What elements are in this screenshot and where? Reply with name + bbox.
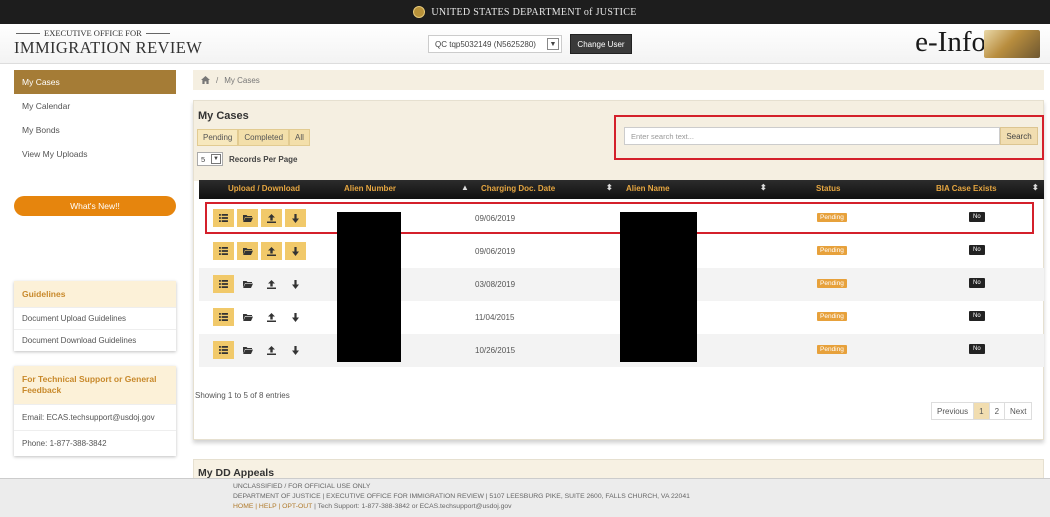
- records-per-page-select[interactable]: 5 ▼: [197, 152, 223, 166]
- support-email[interactable]: Email: ECAS.techsupport@usdoj.gov: [14, 404, 176, 430]
- list-icon[interactable]: [213, 341, 234, 359]
- sort-asc-icon[interactable]: ▲: [461, 183, 469, 192]
- download-icon[interactable]: [285, 308, 306, 326]
- sidebar: My Cases My Calendar My Bonds View My Up…: [14, 70, 176, 166]
- guidelines-title: Guidelines: [14, 281, 176, 307]
- folder-open-icon[interactable]: [237, 308, 258, 326]
- chevron-down-icon: ▼: [547, 38, 559, 50]
- download-icon[interactable]: [285, 275, 306, 293]
- gov-banner: UNITED STATES DEPARTMENT of JUSTICE: [0, 0, 1050, 24]
- home-icon[interactable]: [201, 76, 210, 84]
- pagination-page-1[interactable]: 1: [974, 403, 990, 419]
- column-status[interactable]: Status: [816, 184, 840, 193]
- bia-badge: No: [969, 311, 985, 321]
- sidebar-item-view-my-uploads[interactable]: View My Uploads: [14, 142, 176, 166]
- footer-address: DEPARTMENT OF JUSTICE | EXECUTIVE OFFICE…: [233, 493, 690, 500]
- table-info: Showing 1 to 5 of 8 entries: [195, 391, 290, 400]
- records-per-page: 5 ▼ Records Per Page: [197, 152, 297, 166]
- sort-icon[interactable]: ⬍: [760, 183, 767, 192]
- filter-all-button[interactable]: All: [289, 129, 310, 146]
- filter-pending-button[interactable]: Pending: [197, 129, 239, 146]
- folder-open-icon[interactable]: [237, 242, 258, 260]
- column-alien-name[interactable]: Alien Name: [626, 184, 670, 193]
- upload-icon[interactable]: [261, 275, 282, 293]
- column-charging-doc-date[interactable]: Charging Doc. Date: [481, 184, 555, 193]
- status-badge: Pending: [817, 312, 847, 321]
- support-panel: For Technical Support or General Feedbac…: [14, 366, 176, 456]
- sidebar-item-my-calendar[interactable]: My Calendar: [14, 94, 176, 118]
- pagination-page-2[interactable]: 2: [990, 403, 1006, 419]
- pagination: Previous 1 2 Next: [931, 402, 1033, 420]
- pagination-previous[interactable]: Previous: [932, 403, 975, 419]
- list-icon[interactable]: [213, 242, 234, 260]
- agency-line1: EXECUTIVE OFFICE FOR: [44, 28, 142, 38]
- user-select-value: QC tqp5032149 (N5625280): [435, 39, 536, 49]
- records-per-page-label: Records Per Page: [229, 154, 298, 164]
- support-title: For Technical Support or General Feedbac…: [14, 366, 176, 404]
- page-title: My Cases: [198, 110, 249, 122]
- charging-doc-date: 10/26/2015: [475, 346, 516, 355]
- bia-badge: No: [969, 344, 985, 354]
- chevron-down-icon: ▼: [211, 154, 221, 164]
- row-actions: [213, 242, 306, 260]
- row-actions: [213, 341, 306, 359]
- footer-links[interactable]: HOME | HELP | OPT-OUT: [233, 503, 312, 510]
- support-phone: Phone: 1-877-388-3842: [14, 430, 176, 456]
- list-icon[interactable]: [213, 275, 234, 293]
- upload-icon[interactable]: [261, 341, 282, 359]
- alien-name-redaction: [620, 212, 697, 362]
- agency-logo[interactable]: EXECUTIVE OFFICE FOR IMMIGRATION REVIEW: [14, 28, 202, 58]
- status-badge: Pending: [817, 246, 847, 255]
- pagination-next[interactable]: Next: [1005, 403, 1031, 419]
- status-badge: Pending: [817, 345, 847, 354]
- download-icon[interactable]: [285, 341, 306, 359]
- gov-banner-text: UNITED STATES DEPARTMENT of JUSTICE: [431, 6, 637, 18]
- column-upload-download[interactable]: Upload / Download: [199, 184, 329, 193]
- breadcrumb-current: My Cases: [224, 75, 260, 85]
- breadcrumb: / My Cases: [193, 70, 1044, 90]
- column-alien-number[interactable]: Alien Number: [344, 184, 396, 193]
- footer-support: | Tech Support: 1-877-388-3842 or ECAS.t…: [312, 503, 512, 510]
- alien-number-redaction: [337, 212, 401, 362]
- document-download-guidelines-link[interactable]: Document Download Guidelines: [14, 329, 176, 351]
- cases-table-header: Upload / Download Alien Number ▲ Chargin…: [199, 180, 1044, 199]
- app-name: e-Info: [915, 26, 986, 58]
- folder-open-icon[interactable]: [237, 275, 258, 293]
- change-user-button[interactable]: Change User: [570, 34, 632, 54]
- column-bia-case-exists[interactable]: BIA Case Exists: [936, 184, 997, 193]
- row-actions: [213, 275, 306, 293]
- search-highlight-box: [614, 115, 1044, 160]
- filter-completed-button[interactable]: Completed: [238, 129, 290, 146]
- charging-doc-date: 09/06/2019: [475, 247, 516, 256]
- row-actions: [213, 308, 306, 326]
- document-upload-guidelines-link[interactable]: Document Upload Guidelines: [14, 307, 176, 329]
- charging-doc-date: 03/08/2019: [475, 280, 516, 289]
- whats-new-button[interactable]: What's New!!: [14, 196, 176, 216]
- my-cases-panel: My Cases Pending Completed All 5 ▼ Recor…: [193, 100, 1044, 440]
- footer: UNCLASSIFIED / FOR OFFICIAL USE ONLY DEP…: [0, 478, 1050, 517]
- header-banner-image: [984, 30, 1040, 58]
- charging-doc-date: 11/04/2015: [475, 313, 515, 322]
- doj-seal-icon: [413, 6, 426, 18]
- bia-badge: No: [969, 278, 985, 288]
- download-icon[interactable]: [285, 242, 306, 260]
- list-icon[interactable]: [213, 308, 234, 326]
- upload-icon[interactable]: [261, 242, 282, 260]
- sidebar-item-my-cases[interactable]: My Cases: [14, 70, 176, 94]
- app-header: EXECUTIVE OFFICE FOR IMMIGRATION REVIEW …: [0, 24, 1050, 64]
- case-filter-group: Pending Completed All: [197, 129, 310, 146]
- footer-classification: UNCLASSIFIED / FOR OFFICIAL USE ONLY: [233, 483, 371, 490]
- upload-icon[interactable]: [261, 308, 282, 326]
- sort-icon[interactable]: ⬍: [606, 183, 613, 192]
- sidebar-item-my-bonds[interactable]: My Bonds: [14, 118, 176, 142]
- user-select[interactable]: QC tqp5032149 (N5625280) ▼: [428, 35, 562, 53]
- sort-icon[interactable]: ⬍: [1032, 183, 1039, 192]
- bia-badge: No: [969, 245, 985, 255]
- guidelines-panel: Guidelines Document Upload Guidelines Do…: [14, 281, 176, 351]
- folder-open-icon[interactable]: [237, 341, 258, 359]
- status-badge: Pending: [817, 279, 847, 288]
- agency-line2: IMMIGRATION REVIEW: [14, 38, 203, 57]
